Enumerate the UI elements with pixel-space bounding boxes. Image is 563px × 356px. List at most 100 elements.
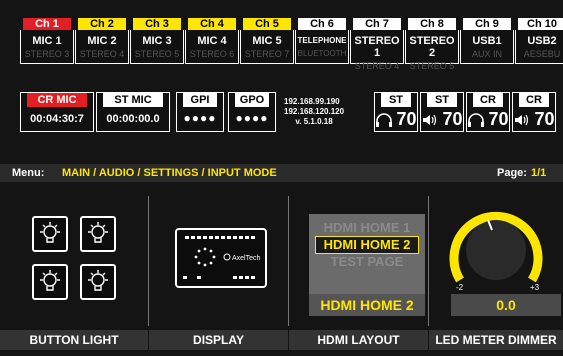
- meter-reading: 70: [375, 109, 417, 130]
- channel-name: STEREO 2: [409, 35, 455, 59]
- display-title: DISPLAY: [149, 330, 288, 350]
- channel-name: TELEPHONE: [297, 36, 347, 45]
- gpi-indicators: ●●●●: [183, 111, 217, 125]
- ip-address-1: 192.168.99.190: [284, 97, 340, 106]
- gpi-box[interactable]: GPI ●●●●: [176, 92, 224, 132]
- channel-body: MIC 1 STEREO 3: [20, 30, 74, 64]
- channel-strip[interactable]: Ch 1 MIC 1 STEREO 3: [20, 18, 74, 64]
- channel-name: MIC 5: [252, 35, 282, 47]
- headphones-icon: [375, 112, 393, 128]
- headphones-icon: [467, 112, 485, 128]
- channel-name: USB1: [472, 35, 502, 47]
- speaker-icon: [513, 112, 531, 128]
- volume-meter[interactable]: ST 70: [374, 92, 418, 132]
- cr-mic-label: CR MIC: [27, 93, 87, 107]
- channel-body: STEREO 1 STEREO 4: [350, 30, 404, 71]
- display-panel[interactable]: AxelTech DISPLAY: [149, 196, 288, 356]
- brand-logo: AxelTech: [232, 255, 261, 262]
- channel-strip[interactable]: Ch 5 MIC 5 STEREO 7: [240, 18, 294, 64]
- channel-name: USB2: [527, 35, 557, 47]
- meter-label: ST: [381, 93, 411, 107]
- channel-source: AESEBU: [523, 49, 561, 59]
- channel-strip[interactable]: Ch 9 USB1 AUX IN: [460, 18, 514, 64]
- channel-body: STEREO 2 STEREO 5: [405, 30, 459, 71]
- channel-body: MIC 2 STEREO 4: [75, 30, 129, 64]
- channel-strip[interactable]: Ch 4 MIC 4 STEREO 6: [185, 18, 239, 64]
- hdmi-layout-panel[interactable]: HDMI HOME 1 HDMI HOME 2 TEST PAGE HDMI H…: [289, 196, 428, 356]
- channel-number: Ch 5: [243, 18, 291, 30]
- hdmi-option[interactable]: HDMI HOME 1: [309, 220, 425, 236]
- menu-bar: Menu: MAIN / AUDIO / SETTINGS / INPUT MO…: [0, 164, 563, 182]
- channel-strip[interactable]: Ch 10 USB2 AESEBU: [515, 18, 563, 64]
- bulb-icon: [80, 264, 116, 300]
- channel-body: MIC 5 STEREO 7: [240, 30, 294, 64]
- channel-source: STEREO 6: [189, 49, 235, 59]
- channel-name: MIC 3: [142, 35, 172, 47]
- gpo-label: GPO: [235, 93, 269, 107]
- st-mic-box[interactable]: ST MIC 00:00:00.0: [96, 92, 170, 132]
- page-indicator: 1/1: [531, 167, 547, 179]
- channel-strip[interactable]: Ch 3 MIC 3 STEREO 5: [130, 18, 184, 64]
- bulb-icon: [32, 216, 68, 252]
- gpo-indicators: ●●●●: [235, 111, 269, 125]
- channel-source: STEREO 4: [79, 49, 125, 59]
- meter-label: ST: [427, 93, 457, 107]
- meter-value: 70: [442, 109, 463, 129]
- meter-label: CR: [473, 93, 503, 107]
- channel-source: BLUETOOTH: [297, 49, 347, 58]
- channel-strip[interactable]: Ch 2 MIC 2 STEREO 4: [75, 18, 129, 64]
- channel-row: Ch 1 MIC 1 STEREO 3 Ch 2 MIC 2 STEREO 4 Ch 3 MI…: [20, 18, 563, 71]
- meter-reading: 70: [467, 109, 509, 130]
- channel-name: MIC 4: [197, 35, 227, 47]
- gpi-label: GPI: [183, 93, 217, 107]
- hdmi-option-selected[interactable]: HDMI HOME 2: [315, 236, 419, 254]
- cr-mic-timer: 00:04:30:7: [30, 113, 84, 125]
- menu-label: Menu:: [12, 167, 45, 179]
- volume-meter[interactable]: CR 70: [466, 92, 510, 132]
- meter-value: 70: [396, 109, 417, 129]
- meter-reading: 70: [421, 109, 463, 130]
- page-label: Page:: [497, 167, 527, 179]
- volume-meter[interactable]: ST 70: [420, 92, 464, 132]
- channel-number: Ch 7: [353, 18, 401, 30]
- channel-body: MIC 4 STEREO 6: [185, 30, 239, 64]
- channel-source: STEREO 7: [244, 49, 290, 59]
- meter-reading: 70: [513, 109, 555, 130]
- volume-meter[interactable]: CR 70: [512, 92, 556, 132]
- button-light-panel[interactable]: BUTTON LIGHT: [0, 196, 148, 356]
- dimmer-knob[interactable]: -2 +3: [446, 200, 546, 294]
- channel-number: Ch 3: [133, 18, 181, 30]
- channel-body: USB1 AUX IN: [460, 30, 514, 64]
- hdmi-layout-title: HDMI LAYOUT: [289, 330, 428, 350]
- led-meter-panel[interactable]: -2 +3 0.0 LED METER DIMMER: [429, 196, 563, 356]
- speaker-icon: [421, 112, 439, 128]
- led-meter-title: LED METER DIMMER: [429, 330, 563, 350]
- channel-number: Ch 9: [463, 18, 511, 30]
- gpo-box[interactable]: GPO ●●●●: [228, 92, 276, 132]
- button-light-title: BUTTON LIGHT: [0, 330, 148, 350]
- channel-body: USB2 AESEBU: [515, 30, 563, 64]
- channel-name: MIC 2: [87, 35, 117, 47]
- st-mic-label: ST MIC: [103, 93, 163, 107]
- meter-value: 70: [534, 109, 555, 129]
- menu-path[interactable]: MAIN / AUDIO / SETTINGS / INPUT MODE: [62, 167, 277, 179]
- channel-source: STEREO 3: [24, 49, 70, 59]
- st-mic-timer: 00:00:00.0: [106, 113, 160, 125]
- channel-strip[interactable]: Ch 8 STEREO 2 STEREO 5: [405, 18, 459, 71]
- channel-name: STEREO 1: [354, 35, 400, 59]
- channel-name: MIC 1: [32, 35, 62, 47]
- channel-source: STEREO 5: [409, 61, 455, 71]
- channel-strip[interactable]: Ch 7 STEREO 1 STEREO 4: [350, 18, 404, 71]
- channel-number: Ch 1: [23, 18, 71, 30]
- dimmer-max-label: +3: [530, 283, 540, 292]
- bulb-icon: [32, 264, 68, 300]
- mixer-screen: Ch 1 MIC 1 STEREO 3 Ch 2 MIC 2 STEREO 4 Ch 3 MI…: [0, 0, 563, 356]
- network-info: 192.168.99.190 192.168.120.120 v. 5.1.0.…: [284, 97, 344, 127]
- channel-strip[interactable]: Ch 6 TELEPHONE BLUETOOTH: [295, 18, 349, 64]
- meter-label: CR: [519, 93, 549, 107]
- channel-number: Ch 6: [298, 18, 346, 30]
- hdmi-option[interactable]: TEST PAGE: [309, 254, 425, 270]
- cr-mic-box[interactable]: CR MIC 00:04:30:7: [20, 92, 94, 132]
- hdmi-option-list: HDMI HOME 1 HDMI HOME 2 TEST PAGE: [309, 214, 425, 302]
- channel-body: TELEPHONE BLUETOOTH: [295, 30, 349, 64]
